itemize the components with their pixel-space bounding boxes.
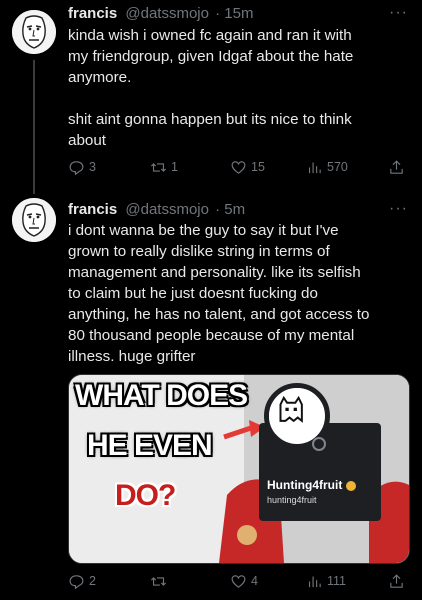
nitro-badge-icon xyxy=(346,480,357,491)
text-line: i dont wanna be the guy to say it but I'… xyxy=(68,222,339,239)
reply-icon xyxy=(69,160,84,175)
action-bar: 3 1 15 570 xyxy=(68,157,408,177)
retweet-button[interactable]: 1 xyxy=(150,157,178,177)
text-line: my friendgroup, given Idgaf about the ha… xyxy=(68,48,354,65)
reply-count: 2 xyxy=(89,574,96,588)
meme-caption-line2: HE EVEN xyxy=(87,429,213,462)
views-button[interactable]: 570 xyxy=(306,157,348,177)
text-line: anymore. xyxy=(68,69,132,86)
retweet-button[interactable] xyxy=(150,571,171,591)
profile-handle: hunting4fruit xyxy=(267,495,317,505)
reply-button[interactable]: 3 xyxy=(68,157,96,177)
share-icon xyxy=(390,159,403,174)
text-line: shit aint gonna happen but its nice to t… xyxy=(68,111,352,128)
views-button[interactable]: 111 xyxy=(306,571,346,591)
text-line: grown to really dislike string in terms … xyxy=(68,243,330,260)
text-line: kinda wish i owned fc again and ran it w… xyxy=(68,27,352,44)
tweet-header: francis @datssmojo · 15m xyxy=(68,4,253,23)
meme-face-icon xyxy=(12,10,56,54)
view-count: 111 xyxy=(327,574,347,588)
tweet-header: francis @datssmojo · 5m xyxy=(68,200,245,219)
more-options-icon[interactable]: ··· xyxy=(389,200,408,218)
like-count: 4 xyxy=(251,574,258,588)
reply-count: 3 xyxy=(89,160,96,174)
reply-button[interactable]: 2 xyxy=(68,571,96,591)
timestamp[interactable]: · 5m xyxy=(215,201,245,218)
display-name[interactable]: francis xyxy=(68,201,117,218)
text-line: about xyxy=(68,132,107,149)
reply-icon xyxy=(69,574,84,589)
heart-icon xyxy=(231,574,246,588)
tweet-text: kinda wish i owned fc again and ran it w… xyxy=(68,25,408,151)
text-line: 80 thousand people because of my mental xyxy=(68,327,355,344)
ghost-cat-icon xyxy=(269,388,315,434)
text-line xyxy=(68,88,408,109)
avatar[interactable] xyxy=(12,10,56,54)
share-button[interactable] xyxy=(388,571,405,591)
profile-name: Hunting4fruit xyxy=(267,478,357,492)
retweet-count: 1 xyxy=(171,160,178,174)
views-icon xyxy=(308,576,321,587)
tweet-media-image[interactable]: WHAT DOES HE EVEN DO? Hunting4fruit hunt… xyxy=(68,374,410,564)
text-line: management and personality. like its sel… xyxy=(68,264,361,281)
action-bar: 2 4 111 xyxy=(68,571,408,591)
meme-face-icon xyxy=(12,198,56,242)
text-line: to claim but he just doesnt fucking do xyxy=(68,285,318,302)
meme-caption-line3: DO? xyxy=(115,479,176,512)
retweet-icon xyxy=(151,576,166,586)
text-line: anything, he has no talent, and got acce… xyxy=(68,306,370,323)
like-button[interactable]: 15 xyxy=(230,157,265,177)
tweet-text: i dont wanna be the guy to say it but I'… xyxy=(68,220,408,367)
heart-icon xyxy=(231,160,246,174)
handle[interactable]: @datssmojo xyxy=(125,201,209,218)
timestamp[interactable]: · 15m xyxy=(215,5,253,22)
status-ring-icon xyxy=(312,437,326,451)
like-button[interactable]: 4 xyxy=(230,571,258,591)
views-icon xyxy=(308,162,321,173)
share-icon xyxy=(390,573,403,588)
thread-line xyxy=(33,60,35,194)
avatar[interactable] xyxy=(12,198,56,242)
meme-caption-line1: WHAT DOES xyxy=(75,379,248,412)
share-button[interactable] xyxy=(388,157,405,177)
retweet-icon xyxy=(151,162,166,172)
display-name[interactable]: francis xyxy=(68,5,117,22)
view-count: 570 xyxy=(327,160,348,174)
handle[interactable]: @datssmojo xyxy=(125,5,209,22)
like-count: 15 xyxy=(251,160,265,174)
text-line: illness. huge grifter xyxy=(68,348,196,365)
more-options-icon[interactable]: ··· xyxy=(389,4,408,22)
